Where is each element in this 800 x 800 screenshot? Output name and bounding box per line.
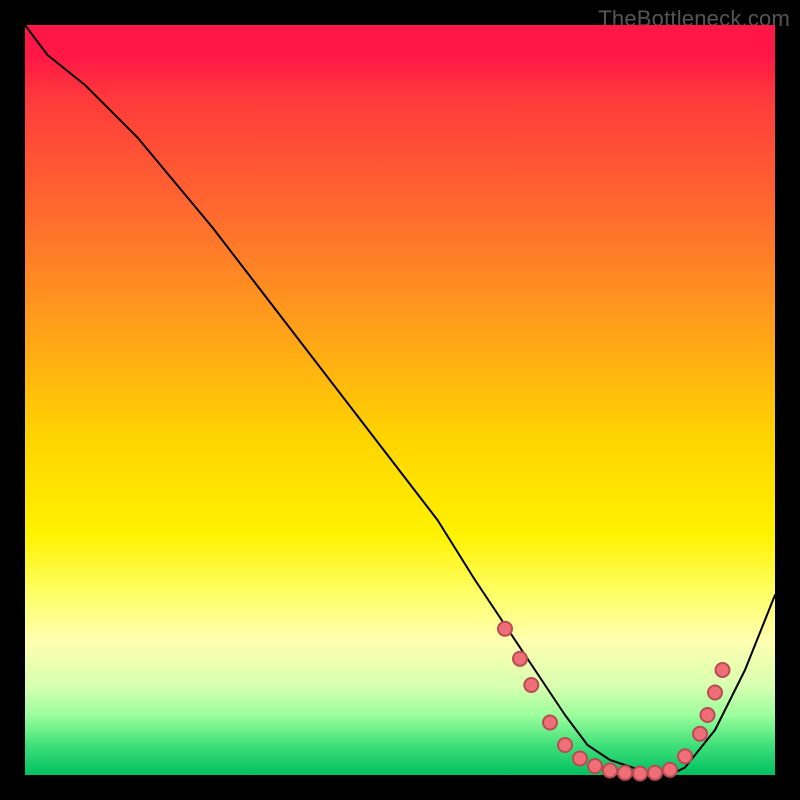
chart-marker (633, 767, 647, 781)
chart-marker (693, 727, 707, 741)
chart-marker (543, 716, 557, 730)
chart-svg (25, 25, 775, 775)
chart-marker (648, 766, 662, 780)
chart-marker (588, 759, 602, 773)
chart-marker (663, 763, 677, 777)
chart-marker (573, 752, 587, 766)
chart-marker (513, 652, 527, 666)
chart-marker (678, 749, 692, 763)
chart-marker (498, 622, 512, 636)
chart-marker (708, 686, 722, 700)
chart-frame: TheBottleneck.com (0, 0, 800, 800)
chart-marker (716, 663, 730, 677)
bottleneck-curve (25, 25, 775, 775)
chart-marker (558, 738, 572, 752)
plot-area (25, 25, 775, 775)
chart-marker (701, 708, 715, 722)
chart-marker (618, 766, 632, 780)
chart-marker (603, 764, 617, 778)
chart-marker (524, 678, 538, 692)
